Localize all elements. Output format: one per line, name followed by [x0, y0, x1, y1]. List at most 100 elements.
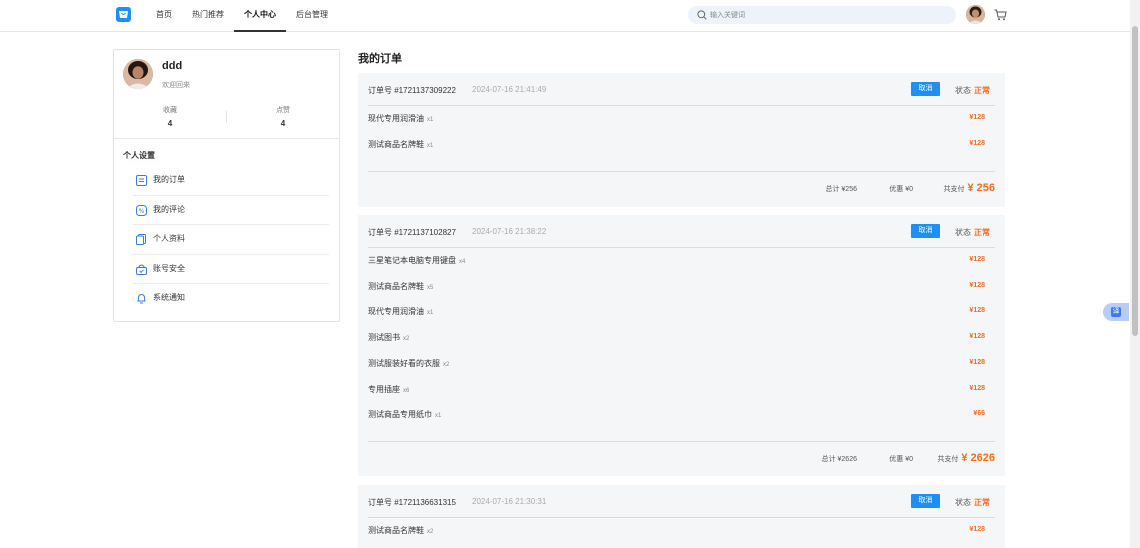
order-item[interactable]: 测试商品名牌鞋 x2 ¥128: [368, 525, 985, 539]
search-input[interactable]: [710, 8, 940, 22]
top-navbar: 首页 热门推荐 个人中心 后台管理: [0, 0, 1130, 32]
pay-amount: ¥ 256: [967, 182, 995, 194]
order-time: 2024-07-16 21:38:22: [472, 227, 547, 236]
stat-label: 收藏: [163, 107, 177, 114]
order-card: 订单号 #1721137309222 2024-07-16 21:41:49 取…: [358, 73, 1005, 207]
item-name: 测试服装好看的衣服: [368, 359, 440, 368]
item-qty: x5: [427, 285, 434, 291]
cancel-order-button[interactable]: 取消: [911, 224, 940, 238]
status-label: 状态: [955, 498, 971, 507]
order-icon: [136, 175, 147, 186]
order-item[interactable]: 测试图书 x2 ¥128: [368, 332, 985, 346]
order-item[interactable]: 专用插座 x6 ¥128: [368, 384, 985, 398]
search-icon: [697, 10, 707, 20]
header-avatar[interactable]: [966, 5, 985, 24]
item-price: ¥128: [969, 140, 985, 147]
menu-item-my-comments[interactable]: % 我的评论: [133, 196, 329, 225]
settings-menu: 我的订单 % 我的评论 个人资料 账号安全 系统通知: [133, 166, 329, 314]
cancel-order-button[interactable]: 取消: [911, 82, 940, 96]
profile-icon: [136, 234, 146, 245]
status-value: 正常: [974, 228, 990, 237]
item-name: 专用插座: [368, 385, 400, 394]
order-item[interactable]: 测试商品专用纸巾 x1 ¥66: [368, 409, 985, 423]
menu-item-label: 个人资料: [153, 234, 185, 243]
nav-personal-center[interactable]: 个人中心: [234, 0, 286, 32]
scrollbar-thumb[interactable]: [1132, 26, 1138, 336]
item-name: 三星笔记本电脑专用键盘: [368, 256, 456, 265]
welcome-text: 欢迎回来: [162, 82, 190, 89]
divider: [114, 138, 339, 139]
page-scrollbar[interactable]: [1130, 0, 1140, 548]
menu-item-my-orders[interactable]: 我的订单: [133, 166, 329, 196]
order-discount: 优惠 ¥0: [889, 456, 913, 463]
cart-icon[interactable]: [994, 9, 1007, 21]
order-item[interactable]: 测试服装好看的衣服 x2 ¥128: [368, 358, 985, 372]
item-price: ¥128: [969, 114, 985, 121]
item-name: 测试图书: [368, 333, 400, 342]
nav-hot-recommend[interactable]: 热门推荐: [182, 0, 234, 32]
order-item[interactable]: 现代专用润滑油 x1 ¥128: [368, 306, 985, 320]
item-name: 测试商品专用纸巾: [368, 410, 432, 419]
order-total: 总计 ¥2626: [821, 456, 857, 463]
item-qty: x1: [435, 413, 442, 419]
page-title: 我的订单: [358, 53, 402, 65]
username: ddd: [162, 60, 183, 72]
menu-item-profile[interactable]: 个人资料: [133, 225, 329, 255]
menu-item-account-security[interactable]: 账号安全: [133, 255, 329, 284]
stat-value: 4: [167, 119, 173, 128]
translate-icon: 译: [1111, 307, 1121, 317]
search-bar: [688, 6, 956, 24]
menu-item-label: 账号安全: [153, 263, 185, 273]
lock-icon: [136, 264, 147, 275]
order-item[interactable]: 三星笔记本电脑专用键盘 x4 ¥128: [368, 255, 985, 269]
item-price: ¥128: [969, 282, 985, 289]
order-status: 状态 正常: [955, 497, 990, 508]
status-label: 状态: [955, 228, 971, 237]
item-qty: x4: [459, 259, 466, 265]
translate-float-button[interactable]: 译: [1103, 303, 1129, 321]
order-header: 订单号 #1721136631315 2024-07-16 21:30:31 取…: [368, 485, 995, 518]
profile-sidebar: ddd 欢迎回来 收藏 4 点赞 4 个人设置 我的订单 % 我的评论 个人资料…: [113, 49, 340, 322]
item-name: 测试商品名牌鞋: [368, 282, 424, 291]
order-header: 订单号 #1721137309222 2024-07-16 21:41:49 取…: [368, 73, 995, 106]
item-price: ¥128: [969, 526, 985, 533]
item-qty: x2: [403, 336, 410, 342]
stat-likes[interactable]: 点赞 4: [227, 105, 339, 128]
order-number: 订单号 #1721137102827: [368, 228, 456, 237]
stat-label: 点赞: [276, 107, 290, 114]
order-item[interactable]: 测试商品名牌鞋 x1 ¥128: [368, 139, 985, 153]
item-qty: x6: [403, 388, 410, 394]
order-time: 2024-07-16 21:41:49: [472, 85, 547, 94]
avatar[interactable]: [123, 59, 153, 89]
order-item[interactable]: 测试商品名牌鞋 x5 ¥128: [368, 281, 985, 295]
svg-text:%: %: [139, 207, 145, 214]
order-card: 订单号 #1721137102827 2024-07-16 21:38:22 取…: [358, 215, 1005, 476]
item-name: 现代专用润滑油: [368, 307, 424, 316]
order-payment: 共支付 ¥ 256: [943, 182, 995, 194]
comment-icon: %: [136, 204, 147, 216]
shop-bag-logo-icon[interactable]: [116, 7, 131, 22]
item-name: 测试商品名牌鞋: [368, 526, 424, 535]
order-payment: 共支付 ¥ 2626: [937, 452, 995, 464]
order-summary: 总计 ¥256 优惠 ¥0 共支付 ¥ 256: [368, 171, 995, 205]
order-number: 订单号 #1721136631315: [368, 498, 456, 507]
nav-admin[interactable]: 后台管理: [286, 0, 338, 32]
status-label: 状态: [955, 86, 971, 95]
order-header: 订单号 #1721137102827 2024-07-16 21:38:22 取…: [368, 215, 995, 248]
nav-home[interactable]: 首页: [146, 0, 182, 32]
pay-label: 共支付: [943, 186, 965, 193]
main-nav: 首页 热门推荐 个人中心 后台管理: [146, 0, 338, 32]
order-total: 总计 ¥256: [825, 186, 857, 193]
menu-item-notifications[interactable]: 系统通知: [133, 284, 329, 314]
order-status: 状态 正常: [955, 227, 990, 238]
status-value: 正常: [974, 498, 990, 507]
order-item[interactable]: 现代专用润滑油 x1 ¥128: [368, 113, 985, 127]
menu-item-label: 我的评论: [153, 204, 185, 214]
cancel-order-button[interactable]: 取消: [911, 494, 940, 508]
settings-title: 个人设置: [123, 151, 155, 160]
stat-favorites[interactable]: 收藏 4: [114, 105, 226, 128]
order-discount: 优惠 ¥0: [889, 186, 913, 193]
item-qty: x1: [427, 310, 434, 316]
item-qty: x2: [427, 529, 434, 535]
menu-item-label: 系统通知: [153, 293, 185, 302]
